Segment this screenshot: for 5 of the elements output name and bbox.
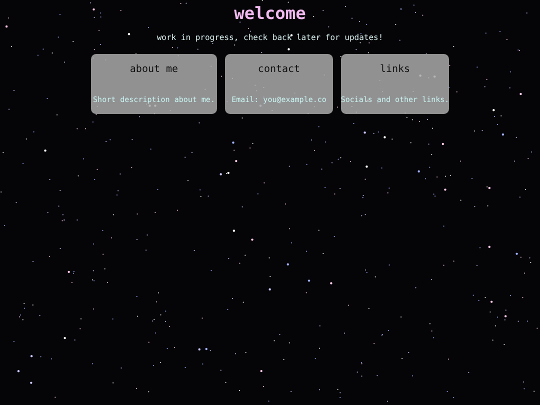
card-heading: about me	[130, 64, 178, 75]
subtitle: work in progress, check back later for updates!	[156, 33, 384, 42]
card-heading: links	[380, 64, 410, 75]
card-heading: contact	[258, 64, 300, 75]
page-title: welcome	[234, 4, 306, 24]
